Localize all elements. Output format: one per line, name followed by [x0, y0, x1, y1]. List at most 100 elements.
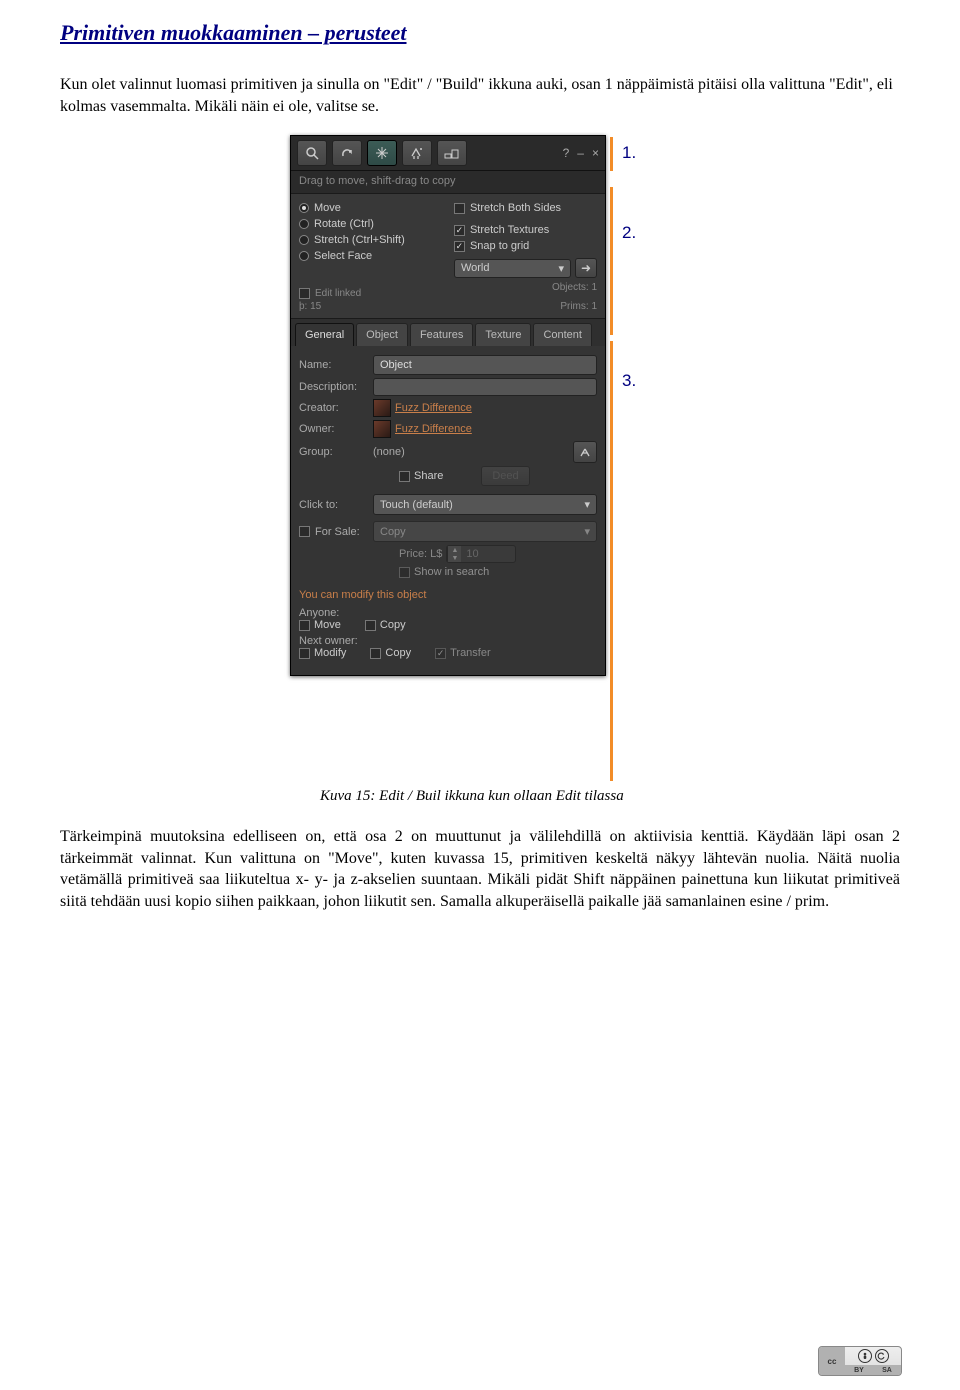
- creator-label: Creator:: [299, 402, 373, 414]
- cc-sa-text: SA: [882, 1367, 892, 1374]
- check-stretch-tex-label: Stretch Textures: [470, 224, 549, 236]
- name-input[interactable]: Object: [373, 355, 597, 375]
- check-show-in-search[interactable]: Show in search: [399, 566, 489, 578]
- check-snap-to-grid[interactable]: Snap to grid: [454, 238, 597, 254]
- radio-select-face-label: Select Face: [314, 250, 372, 262]
- next-copy-label: Copy: [385, 647, 411, 659]
- close-icon[interactable]: ×: [592, 146, 599, 160]
- check-stretch-both-label: Stretch Both Sides: [470, 202, 561, 214]
- next-copy-check[interactable]: Copy: [370, 647, 411, 659]
- owner-link[interactable]: Fuzz Difference: [395, 423, 472, 435]
- tab-object[interactable]: Object: [356, 323, 408, 346]
- radio-select-face[interactable]: Select Face: [299, 248, 454, 264]
- tab-content[interactable]: Content: [533, 323, 592, 346]
- owner-avatar: [373, 420, 391, 438]
- intro-paragraph: Kun olet valinnut luomasi primitiven ja …: [60, 74, 900, 117]
- edit-tool-button[interactable]: [367, 140, 397, 166]
- for-sale-type-select: Copy ▾: [373, 521, 597, 542]
- create-tool-button[interactable]: [402, 140, 432, 166]
- p-value: 15: [310, 301, 321, 312]
- chevron-down-icon: ▾: [584, 498, 590, 511]
- for-sale-label: For Sale:: [315, 526, 373, 538]
- check-snap-label: Snap to grid: [470, 240, 529, 252]
- prims-value: 1: [591, 301, 597, 312]
- cc-logo: cc: [819, 1347, 845, 1375]
- next-transfer-check: Transfer: [435, 647, 491, 659]
- chevron-down-icon: ▾: [584, 525, 590, 538]
- radio-move[interactable]: Move: [299, 200, 454, 216]
- help-icon[interactable]: ?: [563, 146, 570, 160]
- ruler-mode-select[interactable]: World ▾: [454, 259, 571, 278]
- spin-down-icon: ▼: [447, 554, 461, 562]
- next-transfer-label: Transfer: [450, 647, 491, 659]
- marker-1-text: 1.: [622, 143, 636, 162]
- next-modify-label: Modify: [314, 647, 346, 659]
- check-share[interactable]: Share: [399, 470, 443, 482]
- creator-avatar: [373, 399, 391, 417]
- check-stretch-textures[interactable]: Stretch Textures: [454, 222, 597, 238]
- options-arrow-button[interactable]: ➜: [575, 258, 597, 278]
- tool-hint: Drag to move, shift-drag to copy: [291, 171, 605, 194]
- edit-linked-label: Edit linked: [315, 288, 361, 299]
- show-in-search-label: Show in search: [414, 566, 489, 578]
- for-sale-type-value: Copy: [380, 526, 406, 538]
- group-value: (none): [373, 446, 573, 458]
- cc-license-badge: cc BY SA: [818, 1346, 902, 1376]
- next-modify-check[interactable]: Modify: [299, 647, 346, 659]
- price-input: ▲▼ 10: [446, 545, 516, 563]
- edit-options-section: Move Rotate (Ctrl) Stretch (Ctrl+Shift) …: [291, 194, 605, 319]
- radio-stretch-label: Stretch (Ctrl+Shift): [314, 234, 405, 246]
- general-tab-panel: Name: Object Description: Creator: Fuzz …: [291, 346, 605, 675]
- anyone-move-label: Move: [314, 619, 341, 631]
- anyone-copy-check[interactable]: Copy: [365, 619, 406, 631]
- cc-by-icon: [858, 1349, 872, 1363]
- group-set-button[interactable]: [573, 441, 597, 463]
- radio-move-label: Move: [314, 202, 341, 214]
- prims-label: Prims:: [560, 301, 588, 312]
- chevron-down-icon: ▾: [558, 262, 564, 275]
- anyone-move-check[interactable]: Move: [299, 619, 341, 631]
- tab-general[interactable]: General: [295, 323, 354, 346]
- anyone-copy-label: Copy: [380, 619, 406, 631]
- move-tool-button[interactable]: [332, 140, 362, 166]
- figure-caption: Kuva 15: Edit / Buil ikkuna kun ollaan E…: [320, 787, 640, 806]
- build-edit-panel: ? – × Drag to move, shift-drag to copy M…: [290, 135, 606, 676]
- description-label: Description:: [299, 381, 373, 393]
- owner-label: Owner:: [299, 423, 373, 435]
- check-edit-linked[interactable]: [299, 288, 310, 299]
- clickto-select[interactable]: Touch (default) ▾: [373, 494, 597, 515]
- group-label: Group:: [299, 446, 373, 458]
- price-label: Price: L$: [399, 548, 442, 560]
- tool-toolbar: ? – ×: [291, 136, 605, 171]
- objects-label: Objects:: [552, 282, 589, 293]
- share-label: Share: [414, 470, 443, 482]
- minimize-icon[interactable]: –: [577, 146, 584, 160]
- price-value: 10: [461, 546, 515, 562]
- description-input[interactable]: [373, 378, 597, 396]
- radio-rotate-label: Rotate (Ctrl): [314, 218, 374, 230]
- cc-sa-icon: [875, 1349, 889, 1363]
- modify-message: You can modify this object: [299, 581, 597, 605]
- tab-texture[interactable]: Texture: [475, 323, 531, 346]
- land-tool-button[interactable]: [437, 140, 467, 166]
- tab-features[interactable]: Features: [410, 323, 473, 346]
- check-for-sale[interactable]: [299, 526, 310, 537]
- creator-link[interactable]: Fuzz Difference: [395, 402, 472, 414]
- marker-2-text: 2.: [622, 223, 636, 242]
- radio-stretch[interactable]: Stretch (Ctrl+Shift): [299, 232, 454, 248]
- focus-tool-button[interactable]: [297, 140, 327, 166]
- p-label: þ:: [299, 301, 307, 312]
- body-paragraph: Tärkeimpinä muutoksina edelliseen on, et…: [60, 826, 900, 912]
- property-tabs: General Object Features Texture Content: [291, 319, 605, 346]
- radio-rotate[interactable]: Rotate (Ctrl): [299, 216, 454, 232]
- marker-3: 3.: [610, 341, 670, 781]
- check-stretch-both[interactable]: Stretch Both Sides: [454, 200, 597, 216]
- cc-by-text: BY: [854, 1367, 864, 1374]
- anyone-label: Anyone:: [299, 607, 379, 619]
- deed-button: Deed: [481, 466, 529, 486]
- clickto-label: Click to:: [299, 499, 373, 511]
- ruler-mode-value: World: [461, 262, 490, 274]
- section-markers: 1. 2. 3.: [610, 135, 670, 781]
- marker-2: 2.: [610, 187, 670, 341]
- marker-3-text: 3.: [622, 371, 636, 390]
